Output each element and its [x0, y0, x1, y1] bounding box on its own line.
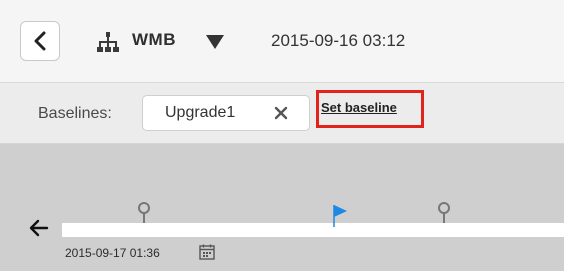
location-pin-icon[interactable] — [137, 202, 151, 224]
close-icon[interactable] — [274, 106, 288, 120]
baselines-label: Baselines: — [38, 105, 112, 122]
system-name[interactable]: WMB — [132, 30, 176, 50]
hierarchy-icon — [97, 32, 119, 52]
caret-down-icon[interactable] — [206, 35, 224, 49]
calendar-icon[interactable] — [199, 244, 215, 260]
header-datetime: 2015-09-16 03:12 — [271, 31, 406, 50]
arrow-left-icon[interactable] — [28, 218, 50, 238]
back-button[interactable] — [20, 21, 60, 61]
set-baseline-link[interactable]: Set baseline — [321, 100, 397, 115]
baseline-chip-label: Upgrade1 — [165, 104, 236, 121]
timeline-date: 2015-09-17 01:36 — [65, 246, 160, 260]
chevron-left-icon — [34, 31, 46, 51]
flag-icon[interactable] — [332, 204, 348, 228]
location-pin-icon[interactable] — [437, 202, 451, 224]
timeline-track[interactable] — [62, 223, 564, 237]
app-frame: WMB 2015-09-16 03:12 Baselines: Upgrade1… — [0, 0, 564, 271]
